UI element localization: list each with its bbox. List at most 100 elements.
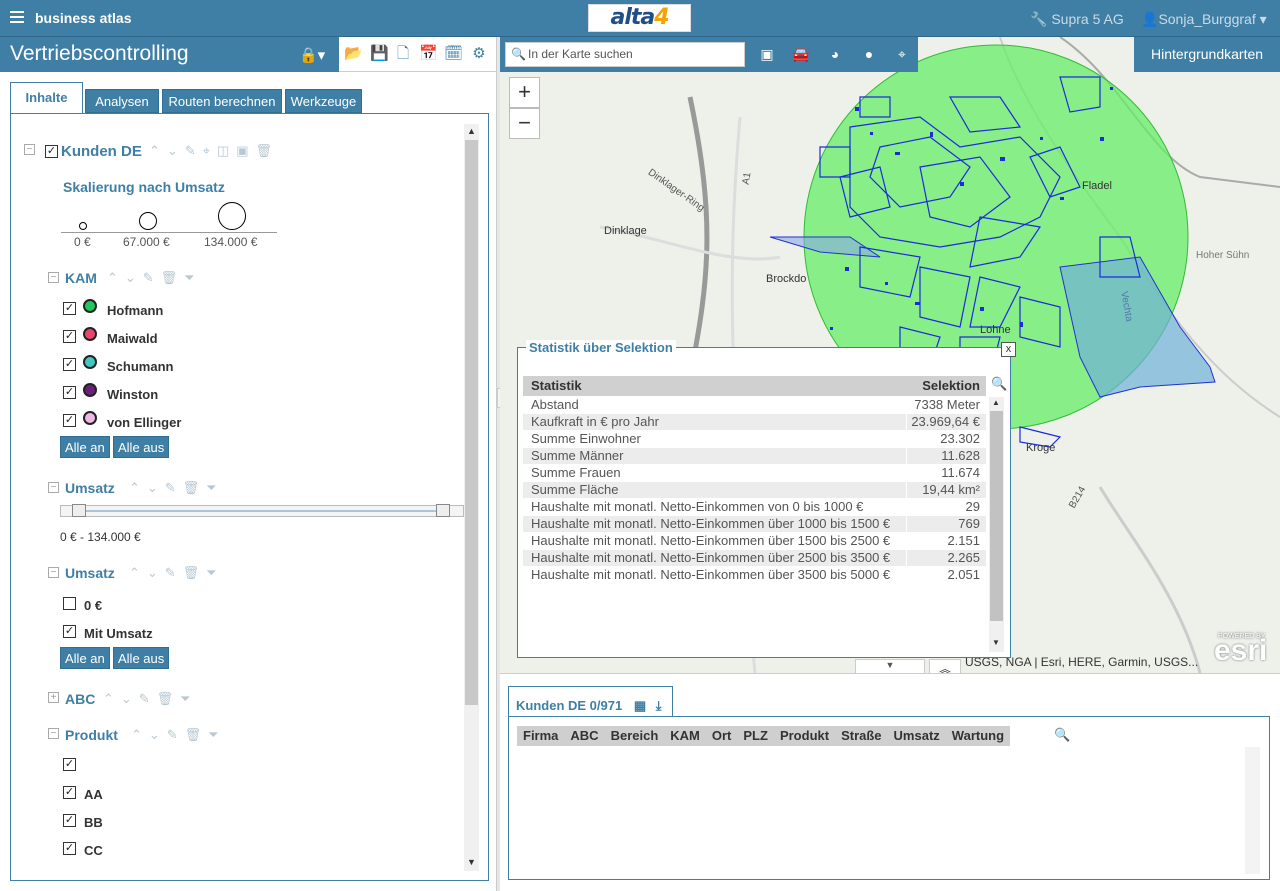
kam-all-on-button[interactable]: Alle an bbox=[60, 436, 110, 458]
umsatz-slider-title: Umsatz bbox=[65, 480, 115, 496]
umsatz-label-mit: Mit Umsatz bbox=[84, 626, 153, 641]
left-title-bar: Vertriebscontrolling 🔒▾ bbox=[0, 37, 339, 72]
menu-icon[interactable] bbox=[10, 11, 24, 23]
kam-label: Winston bbox=[107, 387, 159, 402]
umsatz-range-label: 0 € - 134.000 € bbox=[60, 530, 141, 544]
open-folder-icon[interactable]: 📂 bbox=[344, 45, 363, 63]
new-document-icon[interactable]: 🗋 bbox=[394, 45, 412, 63]
place-label: Dinklage bbox=[604, 225, 647, 237]
company-menu[interactable]: 🔧 Supra 5 AG bbox=[1030, 11, 1124, 28]
save-icon[interactable]: 💾 bbox=[370, 45, 389, 63]
stat-row: Haushalte mit monatl. Netto-Einkommen üb… bbox=[523, 533, 986, 550]
download-icon[interactable]: ⤓ bbox=[656, 698, 662, 713]
produkt-checkbox-bb[interactable]: ✓ bbox=[63, 814, 76, 827]
scale-circle-medium bbox=[139, 212, 157, 230]
gear-icon[interactable]: ⚙ bbox=[470, 45, 488, 63]
umsatz-filter-tools-icons[interactable]: ⌃⌄✎🗑⏷ bbox=[129, 565, 224, 581]
pie-chart-icon[interactable]: ◕ bbox=[826, 46, 844, 62]
app-name: business atlas bbox=[35, 10, 132, 26]
col-wartung[interactable]: Wartung bbox=[946, 726, 1010, 746]
produkt-tools-icons[interactable]: ⌃⌄✎🗑⏷ bbox=[131, 727, 226, 743]
zoom-in-button[interactable]: + bbox=[509, 77, 540, 108]
kam-checkbox-schumann[interactable]: ✓ bbox=[63, 358, 76, 371]
globe-icon[interactable]: ● bbox=[860, 46, 878, 62]
col-abc[interactable]: ABC bbox=[564, 726, 604, 746]
statistics-title: Statistik über Selektion bbox=[526, 340, 676, 355]
kam-checkbox-von-ellinger[interactable]: ✓ bbox=[63, 414, 76, 427]
crosshair-icon[interactable]: ⌖ bbox=[893, 46, 911, 63]
layer-checkbox[interactable]: ✓ bbox=[45, 145, 58, 158]
umsatz-label-0: 0 € bbox=[84, 598, 103, 613]
calendar-check-icon[interactable]: 🗓 bbox=[444, 45, 463, 63]
car-icon[interactable]: 🚘 bbox=[792, 46, 810, 63]
statistics-scrollbar[interactable]: ▲ ▼ bbox=[989, 397, 1004, 652]
umsatz-filter-collapse[interactable]: − bbox=[48, 567, 59, 578]
user-menu[interactable]: 👤Sonja_Burggraf ▾ bbox=[1141, 11, 1267, 28]
close-icon[interactable]: x bbox=[1001, 342, 1016, 357]
calendar-icon[interactable]: 📅 bbox=[419, 45, 438, 63]
umsatz-checkbox-0[interactable] bbox=[63, 597, 76, 610]
zoom-out-button[interactable]: − bbox=[509, 108, 540, 139]
project-toolbar: 📂 💾 🗋 📅 🗓 ⚙ bbox=[339, 37, 497, 72]
scroll-thumb[interactable] bbox=[465, 140, 478, 705]
table-scrollbar[interactable] bbox=[1245, 747, 1260, 874]
kam-tools-icons[interactable]: ⌃⌄✎🗑⏷ bbox=[107, 270, 202, 286]
tab-werkzeuge[interactable]: Werkzeuge bbox=[285, 89, 362, 113]
search-icon: 🔍 bbox=[511, 47, 526, 61]
kam-checkbox-winston[interactable]: ✓ bbox=[63, 386, 76, 399]
search-placeholder: In der Karte suchen bbox=[528, 47, 633, 61]
tab-routen[interactable]: Routen berechnen bbox=[162, 89, 282, 113]
produkt-collapse[interactable]: − bbox=[48, 728, 59, 739]
abc-tools-icons[interactable]: ⌃⌄✎🗑⏷ bbox=[103, 691, 198, 707]
scroll-down-arrow[interactable]: ▼ bbox=[467, 857, 476, 867]
kam-collapse[interactable]: − bbox=[48, 272, 59, 283]
map-search-input[interactable]: 🔍 In der Karte suchen bbox=[505, 42, 745, 67]
scroll-up-arrow[interactable]: ▲ bbox=[467, 126, 476, 136]
col-plz[interactable]: PLZ bbox=[737, 726, 774, 746]
basemap-button[interactable]: Hintergrundkarten bbox=[1134, 37, 1280, 72]
col-umsatz[interactable]: Umsatz bbox=[888, 726, 946, 746]
zoom-to-selection-icon[interactable]: 🔍 bbox=[991, 376, 1007, 392]
abc-expand[interactable]: + bbox=[48, 692, 59, 703]
umsatz-slider-tools-icons[interactable]: ⌃⌄✎🗑⏷ bbox=[129, 480, 224, 496]
left-tabs: Inhalte Analysen Routen berechnen Werkze… bbox=[10, 80, 490, 114]
table-search-icon[interactable]: 🔍 bbox=[1054, 727, 1070, 743]
col-bereich[interactable]: Bereich bbox=[605, 726, 665, 746]
tab-analysen[interactable]: Analysen bbox=[85, 89, 159, 113]
kam-all-off-button[interactable]: Alle aus bbox=[113, 436, 170, 458]
kam-title: KAM bbox=[65, 270, 97, 286]
produkt-checkbox-empty[interactable]: ✓ bbox=[63, 758, 76, 771]
lock-icon[interactable]: 🔒▾ bbox=[299, 46, 325, 64]
stat-row: Summe Frauen 11.674 bbox=[523, 465, 986, 482]
col-firma[interactable]: Firma bbox=[517, 726, 564, 746]
stat-row: Summe Fläche 19,44 km² bbox=[523, 482, 986, 499]
produkt-title: Produkt bbox=[65, 727, 118, 743]
col-strasse[interactable]: Straße bbox=[835, 726, 887, 746]
col-selektion: Selektion bbox=[922, 378, 980, 393]
umsatz-all-on-button[interactable]: Alle an bbox=[60, 647, 110, 669]
umsatz-checkbox-mit[interactable]: ✓ bbox=[63, 625, 76, 638]
place-label: Kroge bbox=[1026, 442, 1056, 454]
kam-label: Schumann bbox=[107, 359, 174, 374]
kam-checkbox-hofmann[interactable]: ✓ bbox=[63, 302, 76, 315]
panel-scrollbar[interactable]: ▲ ▼ bbox=[464, 124, 479, 871]
layer-tools-icons[interactable]: ⌃⌄✎⌖◫▣🗑 bbox=[149, 143, 279, 159]
slider-handle-min[interactable] bbox=[72, 504, 86, 517]
place-label: Hoher Sühn bbox=[1196, 250, 1250, 261]
collapse-toggle[interactable]: − bbox=[24, 144, 35, 155]
tab-kunden-de[interactable]: Kunden DE 0/971 ▦ ⤓ bbox=[508, 686, 673, 717]
tab-inhalte[interactable]: Inhalte bbox=[10, 82, 83, 114]
produkt-checkbox-cc[interactable]: ✓ bbox=[63, 842, 76, 855]
umsatz-all-off-button[interactable]: Alle aus bbox=[113, 647, 170, 669]
umsatz-slider-collapse[interactable]: − bbox=[48, 482, 59, 493]
col-produkt[interactable]: Produkt bbox=[774, 726, 835, 746]
company-name: Supra 5 AG bbox=[1051, 11, 1124, 27]
produkt-checkbox-aa[interactable]: ✓ bbox=[63, 786, 76, 799]
col-ort[interactable]: Ort bbox=[706, 726, 738, 746]
kam-label: Maiwald bbox=[107, 331, 158, 346]
slider-handle-max[interactable] bbox=[436, 504, 450, 517]
screenshot-icon[interactable]: ▣ bbox=[758, 46, 776, 63]
kam-checkbox-maiwald[interactable]: ✓ bbox=[63, 330, 76, 343]
table-grid-icon[interactable]: ▦ bbox=[634, 698, 646, 713]
col-kam[interactable]: KAM bbox=[664, 726, 706, 746]
